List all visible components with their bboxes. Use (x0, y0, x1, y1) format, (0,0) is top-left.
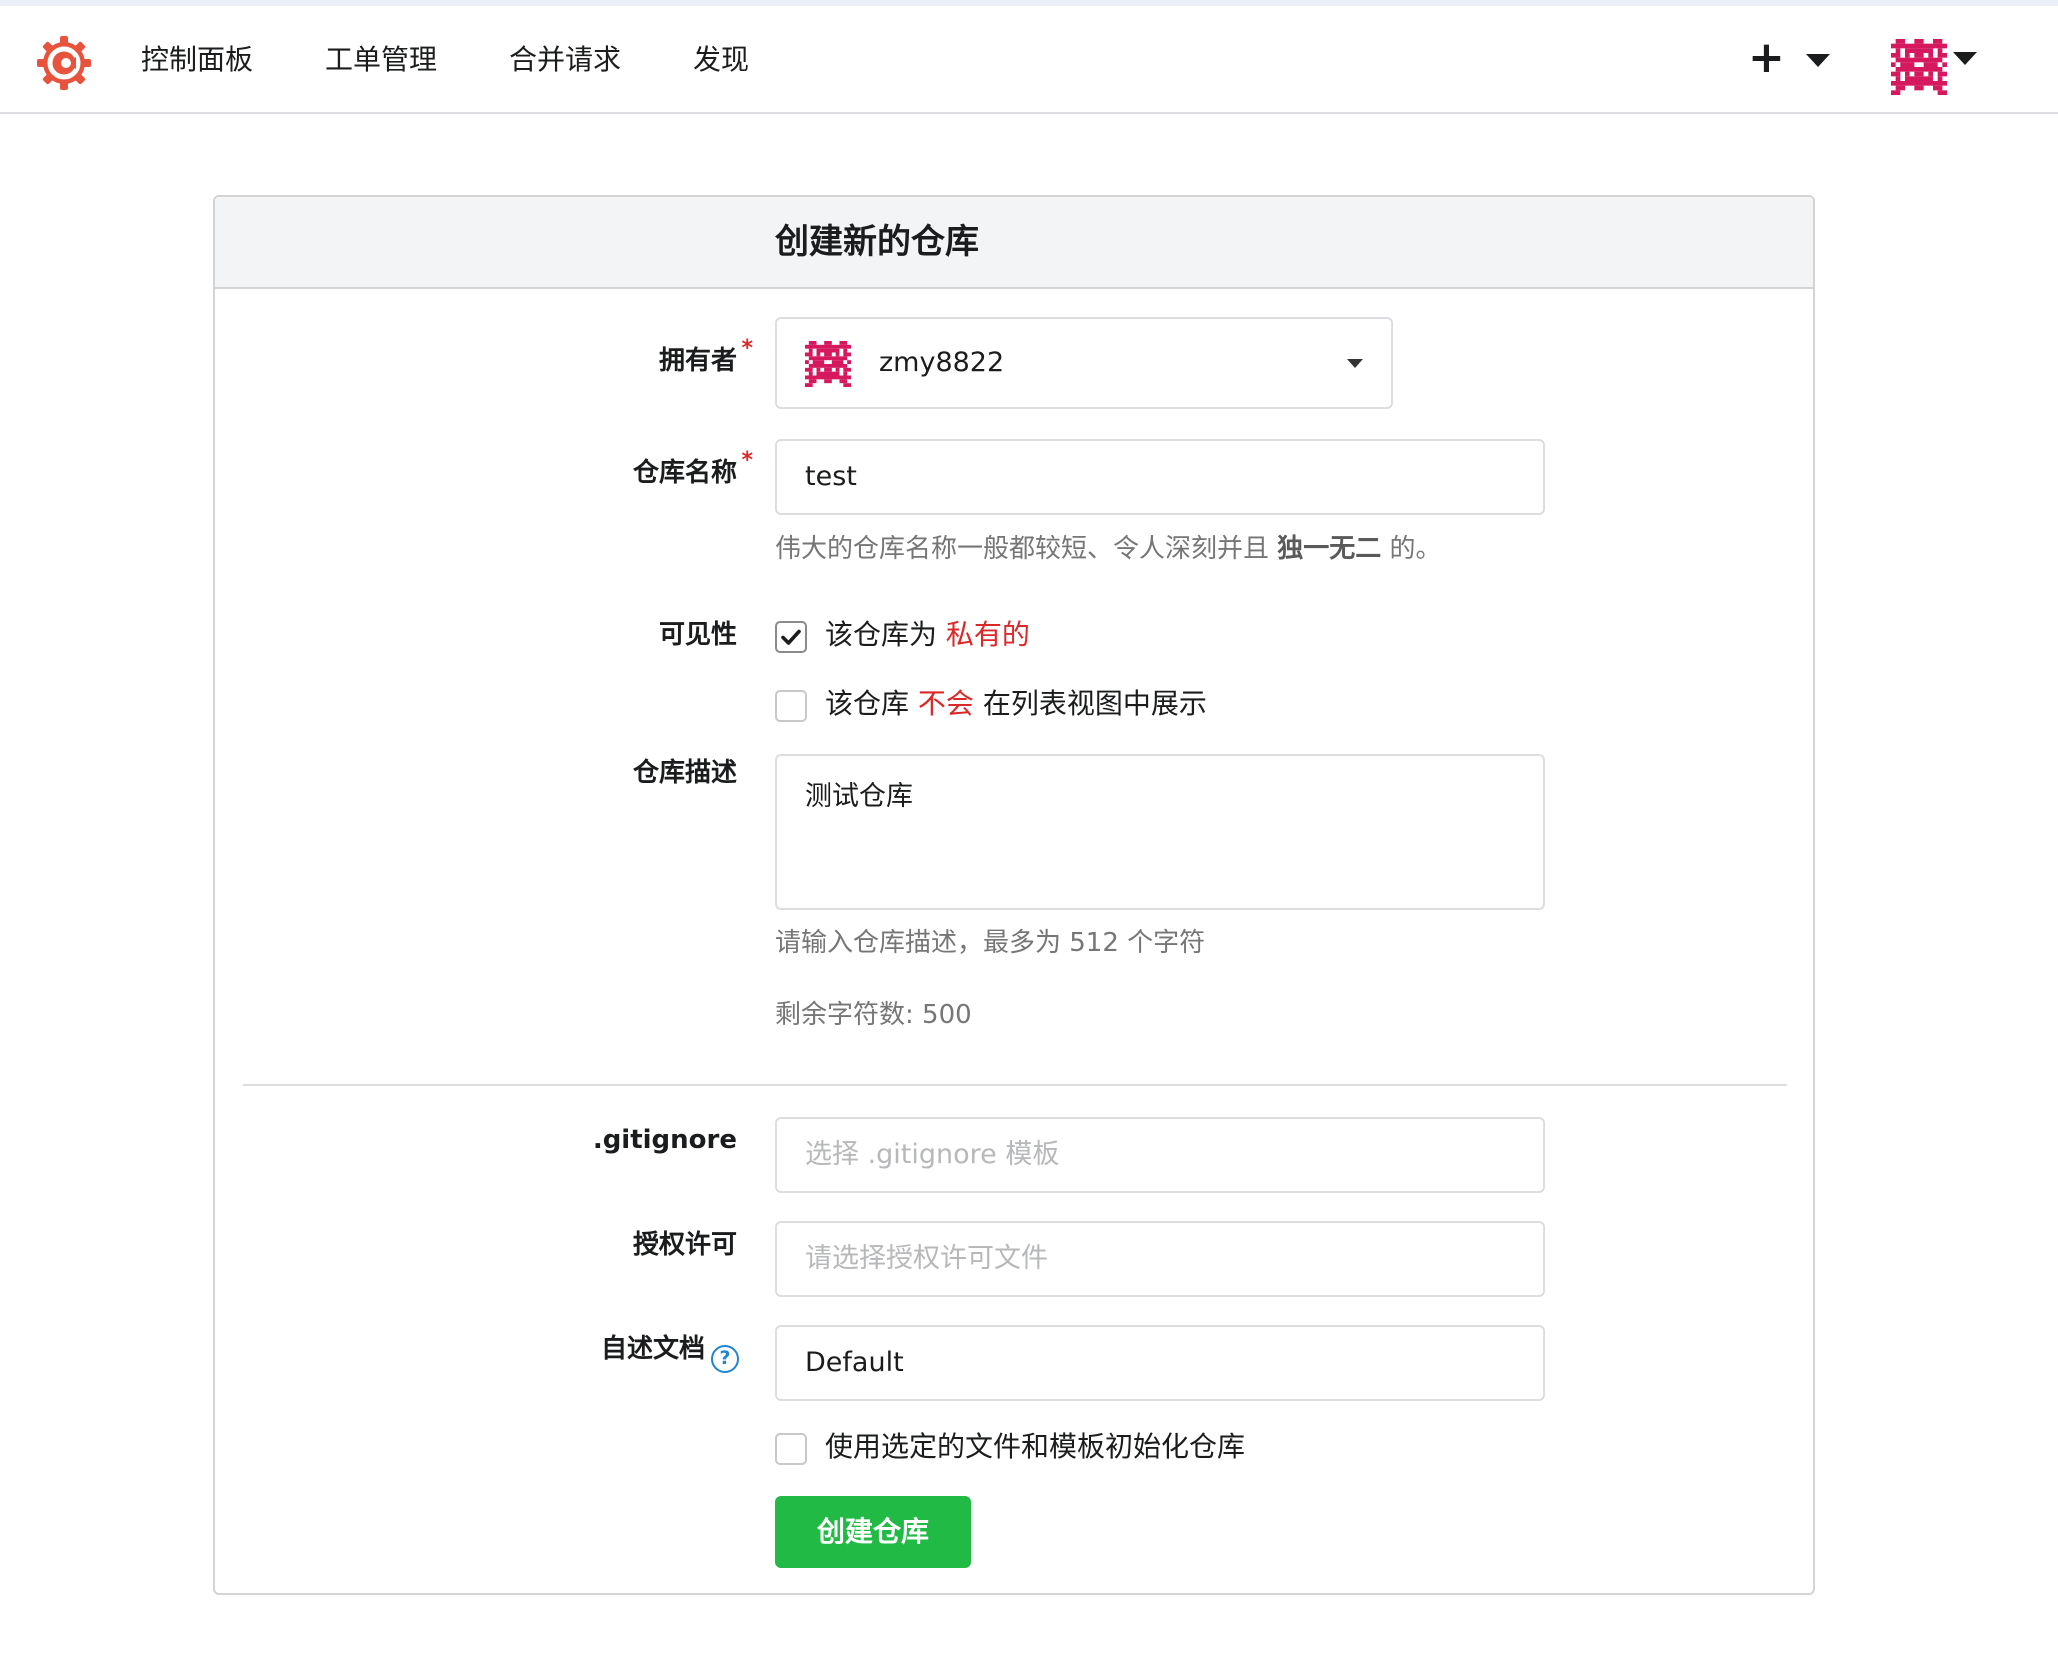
user-avatar[interactable] (1891, 39, 1947, 95)
readme-select[interactable]: Default (775, 1325, 1545, 1401)
top-navbar: 控制面板 工单管理 合并请求 发现 + (0, 6, 2058, 114)
owner-label-text: 拥有者 (658, 346, 737, 376)
repo-name-label-text: 仓库名称 (632, 458, 737, 488)
auto-init-label[interactable]: 使用选定的文件和模板初始化仓库 (825, 1428, 1245, 1466)
owner-label: 拥有者 * (658, 336, 753, 379)
form-header: 创建新的仓库 (215, 197, 1813, 289)
private-text: 该仓库为 (825, 618, 946, 651)
required-mark: * (741, 336, 753, 361)
hidden-text-suffix: 在列表视图中展示 (973, 687, 1207, 720)
repo-name-label: 仓库名称 * (632, 448, 753, 491)
hidden-checkbox-label[interactable]: 该仓库 不会 在列表视图中展示 (825, 685, 1207, 723)
owner-select[interactable]: zmy8822 (775, 317, 1393, 409)
hidden-text-prefix: 该仓库 (825, 687, 918, 720)
user-menu-caret-icon[interactable] (1953, 52, 1977, 65)
required-mark: * (741, 448, 753, 473)
section-divider (243, 1084, 1787, 1086)
checkmark-icon (781, 629, 801, 645)
visibility-label: 可见性 (658, 620, 737, 650)
description-label: 仓库描述 (632, 758, 737, 788)
auto-init-checkbox[interactable] (775, 1433, 807, 1465)
repo-name-help: 伟大的仓库名称一般都较短、令人深刻并且 独一无二 的。 (775, 531, 1442, 567)
gitignore-label: .gitignore (592, 1125, 737, 1155)
license-select[interactable]: 请选择授权许可文件 (775, 1221, 1545, 1297)
private-checkbox[interactable] (775, 621, 807, 653)
license-label: 授权许可 (632, 1230, 737, 1260)
repo-name-input[interactable]: test (775, 439, 1545, 515)
nav-explore[interactable]: 发现 (693, 40, 749, 80)
hidden-checkbox[interactable] (775, 690, 807, 722)
create-repo-form: 创建新的仓库 拥有者 * zmy8822 仓库名称 * test 伟大的仓库名称… (213, 195, 1815, 1595)
hidden-highlight: 不会 (917, 687, 974, 720)
description-remaining-count: 剩余字符数: 500 (775, 1000, 972, 1030)
description-textarea[interactable]: 测试仓库 (775, 754, 1545, 910)
nav-issues[interactable]: 工单管理 (325, 40, 437, 80)
private-checkbox-label[interactable]: 该仓库为 私有的 (825, 616, 1030, 654)
owner-value: zmy8822 (879, 347, 1005, 378)
nav-dashboard[interactable]: 控制面板 (141, 40, 253, 80)
plus-icon[interactable]: + (1748, 36, 1785, 80)
readme-label: 自述文档 (600, 1334, 705, 1364)
create-menu-caret-icon[interactable] (1806, 54, 1830, 67)
gitignore-select[interactable]: 选择 .gitignore 模板 (775, 1117, 1545, 1193)
owner-avatar (805, 341, 851, 387)
description-help: 请输入仓库描述，最多为 512 个字符 (775, 928, 1206, 958)
owner-dropdown-caret-icon (1347, 359, 1363, 368)
question-circle-icon[interactable]: ? (711, 1345, 739, 1373)
page-title: 创建新的仓库 (775, 222, 979, 262)
repo-name-help-bold: 独一无二 (1277, 534, 1382, 564)
nav-pull-requests[interactable]: 合并请求 (509, 40, 621, 80)
gitea-logo-icon[interactable] (36, 35, 92, 91)
repo-name-help-suffix: 的。 (1381, 534, 1442, 564)
repo-name-help-prefix: 伟大的仓库名称一般都较短、令人深刻并且 (775, 534, 1278, 564)
create-repo-button[interactable]: 创建仓库 (775, 1496, 971, 1568)
private-highlight: 私有的 (945, 618, 1030, 651)
